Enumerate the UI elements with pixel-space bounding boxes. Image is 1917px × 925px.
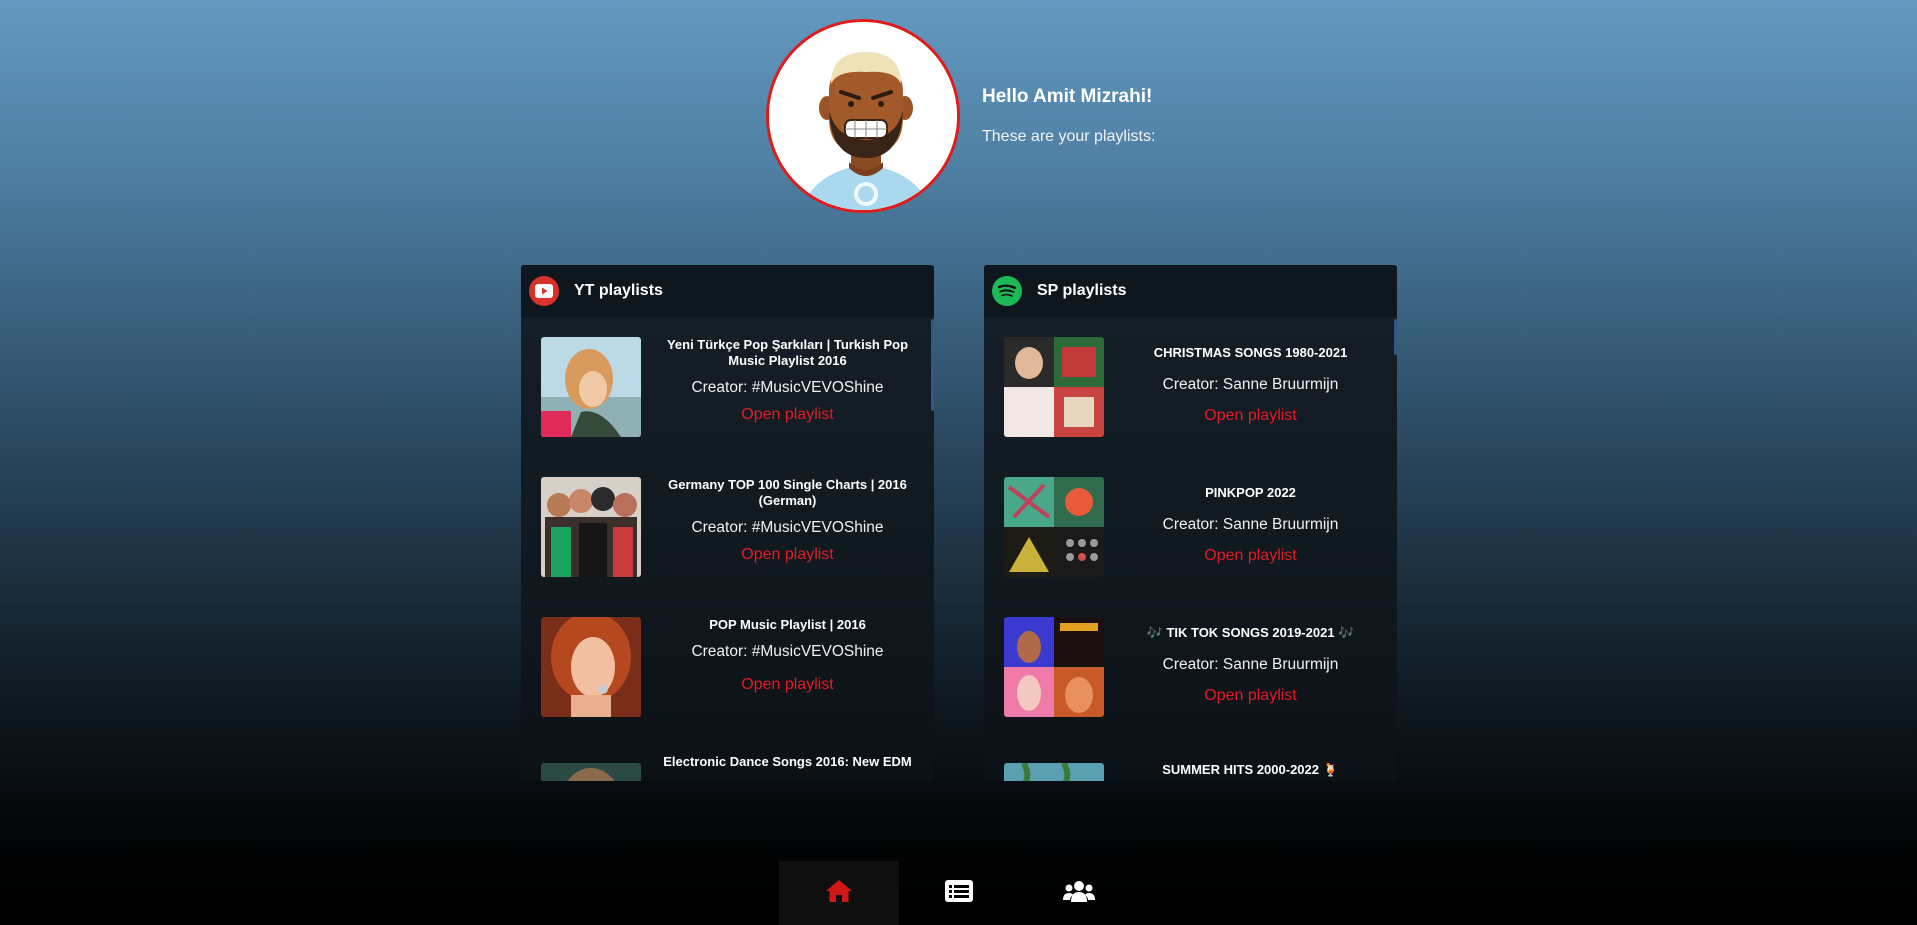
playlist-creator: Creator: #MusicVEVOShine: [691, 519, 884, 536]
playlist-title: POP Music Playlist | 2016: [709, 617, 866, 632]
playlist-title: PINKPOP 2022: [1205, 485, 1296, 500]
playlist-creator: Creator: Sanne Bruurmijn: [1162, 656, 1339, 673]
list-item: POP Music Playlist | 2016 Creator: #Musi…: [541, 617, 926, 717]
youtube-icon: [529, 276, 559, 306]
playlist-title: Electronic Dance Songs 2016: New EDM: [663, 754, 912, 769]
home-icon: [825, 879, 853, 908]
users-icon: [1063, 880, 1095, 907]
playlist-thumbnail: [541, 617, 641, 717]
avatar: [766, 19, 960, 213]
list-item: Yeni Türkçe Pop Şarkıları | Turkish Pop …: [541, 337, 926, 437]
open-playlist-link[interactable]: Open playlist: [741, 406, 834, 424]
playlist-creator: Creator: Sanne Bruurmijn: [1162, 376, 1339, 393]
playlist-thumbnail: [1004, 337, 1104, 437]
playlist-title: Germany TOP 100 Single Charts | 2016 (Ge…: [668, 477, 907, 508]
playlist-title: Yeni Türkçe Pop Şarkıları | Turkish Pop …: [666, 337, 909, 368]
bottom-nav: [779, 861, 1139, 925]
open-playlist-link[interactable]: Open playlist: [1204, 547, 1297, 565]
yt-panel-header: YT playlists: [521, 265, 934, 317]
scrollbar[interactable]: [931, 319, 934, 411]
list-item: SUMMER HITS 2000-2022 🍹: [1004, 754, 1389, 781]
greeting-block: Hello Amit Mizrahi! These are your playl…: [982, 86, 1155, 146]
playlist-title: 🎶 TIK TOK SONGS 2019-2021 🎶: [1146, 625, 1355, 640]
playlist-thumbnail: [541, 477, 641, 577]
list-item: Germany TOP 100 Single Charts | 2016 (Ge…: [541, 477, 926, 577]
open-playlist-link[interactable]: Open playlist: [741, 546, 834, 564]
playlist-creator: Creator: Sanne Bruurmijn: [1162, 516, 1339, 533]
list-item: PINKPOP 2022 Creator: Sanne Bruurmijn Op…: [1004, 477, 1389, 577]
sp-panel-title: SP playlists: [1037, 282, 1127, 299]
playlist-creator: Creator: #MusicVEVOShine: [691, 643, 884, 660]
list-item: Electronic Dance Songs 2016: New EDM: [541, 754, 926, 781]
sp-playlists-panel: SP playlists CHRISTMAS SONGS 1980-2021 C…: [984, 265, 1397, 781]
yt-panel-title: YT playlists: [574, 282, 663, 299]
nav-users-button[interactable]: [1019, 861, 1139, 925]
yt-playlists-panel: YT playlists Yeni Türkçe Pop Şarkıları |…: [521, 265, 934, 781]
profile-header: Hello Amit Mizrahi! These are your playl…: [766, 19, 1155, 213]
sp-panel-header: SP playlists: [984, 265, 1397, 317]
open-playlist-link[interactable]: Open playlist: [1204, 407, 1297, 425]
playlist-thumbnail: [1004, 763, 1104, 781]
greeting-title: Hello Amit Mizrahi!: [982, 86, 1153, 107]
playlist-creator: Creator: #MusicVEVOShine: [691, 379, 884, 396]
list-item: CHRISTMAS SONGS 1980-2021 Creator: Sanne…: [1004, 337, 1389, 437]
sp-playlist-list[interactable]: CHRISTMAS SONGS 1980-2021 Creator: Sanne…: [984, 317, 1397, 781]
yt-playlist-list[interactable]: Yeni Türkçe Pop Şarkıları | Turkish Pop …: [521, 317, 934, 781]
playlist-title: SUMMER HITS 2000-2022 🍹: [1162, 762, 1339, 777]
open-playlist-link[interactable]: Open playlist: [741, 676, 834, 694]
playlist-thumbnail: [541, 337, 641, 437]
playlist-title: CHRISTMAS SONGS 1980-2021: [1153, 345, 1348, 360]
nav-playlists-button[interactable]: [899, 861, 1019, 925]
playlist-thumbnail: [1004, 617, 1104, 717]
open-playlist-link[interactable]: Open playlist: [1204, 687, 1297, 705]
spotify-icon: [992, 276, 1022, 306]
playlist-thumbnail: [541, 763, 641, 781]
greeting-subtitle: These are your playlists:: [982, 128, 1156, 145]
playlist-thumbnail: [1004, 477, 1104, 577]
scrollbar[interactable]: [1394, 319, 1397, 355]
list-icon: [945, 879, 973, 907]
list-item: 🎶 TIK TOK SONGS 2019-2021 🎶 Creator: San…: [1004, 617, 1389, 717]
nav-home-button[interactable]: [779, 861, 899, 925]
